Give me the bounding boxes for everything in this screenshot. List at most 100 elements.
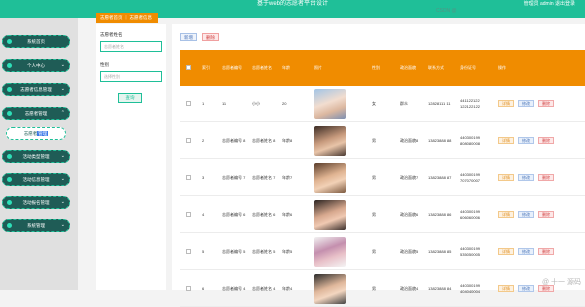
search-name-label: 志愿者姓名 [100, 32, 123, 37]
menu-dot-icon [7, 111, 12, 116]
row-politics: 政治面貌7 [400, 175, 419, 180]
row-politics: 政治面貌5 [400, 249, 419, 254]
row-delete-button[interactable]: 删除 [538, 174, 554, 181]
row-checkbox[interactable] [186, 286, 191, 291]
header-politics[interactable]: 政治面貌 [400, 50, 426, 86]
header-age[interactable]: 年龄 [282, 50, 308, 86]
text-selection: 管理 [37, 131, 49, 136]
row-checkbox[interactable] [186, 212, 191, 217]
row-age: 年龄8 [282, 138, 293, 143]
header-no[interactable]: 志愿者编号 [222, 50, 250, 86]
sidebar: 系统首页 个人中心 ⌄ 志愿者信息管理 ⌄ 志愿者管理 ⌃ 志愿者管理 活动类型管理 ⌄… [0, 18, 78, 290]
table-row: 5 志愿者编号 5 志愿者姓名 5 年龄5 男 政治面貌5 13823888 85 44030… [180, 234, 585, 270]
chevron-down-icon: ⌄ [60, 153, 65, 159]
row-age: 年龄7 [282, 175, 293, 180]
sidebar-item-label: 志愿者 [23, 131, 38, 136]
row-delete-button[interactable]: 删除 [538, 248, 554, 255]
detail-button[interactable]: 详情 [498, 137, 514, 144]
menu-dot-icon [7, 154, 12, 159]
row-phone: 13823888 84 [428, 286, 452, 291]
row-idcard: 440300199 535050005 [460, 246, 481, 257]
row-checkbox[interactable] [186, 138, 191, 143]
header-gender[interactable]: 性别 [372, 50, 396, 86]
sidebar-item-label: 活动信息管理 [22, 177, 50, 182]
detail-button[interactable]: 详情 [498, 248, 514, 255]
search-gender-select[interactable]: 选择性别 [100, 71, 162, 82]
user-info[interactable]: 管理员 admin 退出登录 [524, 0, 575, 9]
sidebar-item-activity-type[interactable]: 活动类型管理 ⌄ [2, 150, 70, 163]
sidebar-item-volunteer-info[interactable]: 志愿者信息管理 ⌄ [2, 83, 70, 96]
sidebar-item-activity-signup[interactable]: 活动报名管理 ⌄ [2, 196, 70, 209]
detail-button[interactable]: 详情 [498, 285, 514, 292]
detail-button[interactable]: 详情 [498, 174, 514, 181]
search-button[interactable]: 查询 [118, 93, 142, 103]
delete-button[interactable]: 删除 [202, 33, 219, 41]
row-idcard: 440300199 404040004 [460, 283, 481, 294]
row-no: 11 [222, 101, 227, 106]
row-delete-button[interactable]: 删除 [538, 100, 554, 107]
row-gender: 男 [372, 249, 376, 254]
table-row: 2 志愿者编号 8 志愿者姓名 8 年龄8 男 政治面貌8 13823888 88 44030… [180, 123, 585, 159]
edit-button[interactable]: 修改 [518, 137, 534, 144]
chevron-down-icon: ⌄ [60, 222, 65, 228]
chevron-up-icon: ⌃ [60, 110, 65, 116]
row-index: 3 [202, 175, 205, 180]
row-checkbox[interactable] [186, 101, 191, 106]
header-idcard[interactable]: 身份证号 [460, 50, 492, 86]
menu-dot-icon [7, 177, 12, 182]
row-index: 2 [202, 138, 205, 143]
sidebar-item-system[interactable]: 系统管理 ⌄ [2, 219, 70, 232]
search-gender-label: 性别 [100, 62, 109, 67]
row-gender: 男 [372, 175, 376, 180]
row-gender: 男 [372, 138, 376, 143]
breadcrumb-text: 志愿者首页 ｜ 志愿者信息 [100, 15, 152, 20]
row-phone: 12828111 11 [428, 101, 451, 106]
breadcrumb-tab[interactable]: 志愿者首页 ｜ 志愿者信息 [96, 13, 158, 23]
edit-button[interactable]: 修改 [518, 211, 534, 218]
row-checkbox[interactable] [186, 249, 191, 254]
edit-button[interactable]: 修改 [518, 248, 534, 255]
sidebar-item-activity-info[interactable]: 活动信息管理 ⌄ [2, 173, 70, 186]
row-checkbox[interactable] [186, 175, 191, 180]
sidebar-item-home[interactable]: 系统首页 [2, 35, 70, 48]
row-phone: 13823888 86 [428, 212, 452, 217]
edit-button[interactable]: 修改 [518, 100, 534, 107]
menu-dot-icon [7, 87, 12, 92]
edit-button[interactable]: 修改 [518, 174, 534, 181]
row-age: 年龄6 [282, 212, 293, 217]
volunteer-photo [314, 126, 346, 156]
chevron-down-icon: ⌄ [60, 176, 65, 182]
sidebar-item-volunteer-manage[interactable]: 志愿者管理 ⌃ [2, 107, 70, 120]
row-delete-button[interactable]: 删除 [538, 137, 554, 144]
table-row: 1 11 小小 20 女群众 12828111 11 441122122 122122122… [180, 86, 585, 122]
sidebar-item-label: 志愿者管理 [24, 111, 48, 116]
detail-button[interactable]: 详情 [498, 211, 514, 218]
sidebar-item-label: 活动类型管理 [22, 154, 50, 159]
row-name: 志愿者姓名 6 [252, 212, 276, 217]
sidebar-item-label: 系统管理 [27, 223, 45, 228]
chevron-down-icon: ⌄ [60, 199, 65, 205]
row-age: 年龄4 [282, 286, 293, 291]
row-delete-button[interactable]: 删除 [538, 211, 554, 218]
table-row: 6 志愿者编号 4 志愿者姓名 4 年龄4 男 政治面貌4 13823888 84 44030… [180, 271, 585, 307]
search-name-input[interactable]: 志愿者姓名 [100, 41, 162, 52]
row-index: 1 [202, 101, 205, 106]
sidebar-item-label: 系统首页 [27, 39, 45, 44]
detail-button[interactable]: 详情 [498, 100, 514, 107]
header-photo[interactable]: 照片 [314, 50, 354, 86]
add-button[interactable]: 新增 [180, 33, 197, 41]
row-idcard: 441122122 122122122 [460, 98, 481, 109]
sidebar-subitem-volunteer-manage[interactable]: 志愿者管理 [6, 127, 66, 140]
row-politics: 政治面貌8 [400, 138, 419, 143]
sidebar-item-label: 志愿者信息管理 [20, 87, 52, 92]
table-row: 3 志愿者编号 7 志愿者姓名 7 年龄7 男 政治面貌7 13823888 87 44030… [180, 160, 585, 196]
header-phone[interactable]: 联系方式 [428, 50, 458, 86]
sidebar-item-profile[interactable]: 个人中心 ⌄ [2, 59, 70, 72]
row-name: 志愿者姓名 4 [252, 286, 276, 291]
header-index: 索引 [202, 65, 210, 70]
edit-button[interactable]: 修改 [518, 285, 534, 292]
header-name[interactable]: 志愿者姓名 [252, 50, 280, 86]
select-all-checkbox[interactable] [186, 65, 191, 70]
search-panel: 志愿者姓名 志愿者姓名 性别 选择性别 查询 [96, 24, 166, 290]
row-idcard: 440300199 606060006 [460, 209, 481, 220]
